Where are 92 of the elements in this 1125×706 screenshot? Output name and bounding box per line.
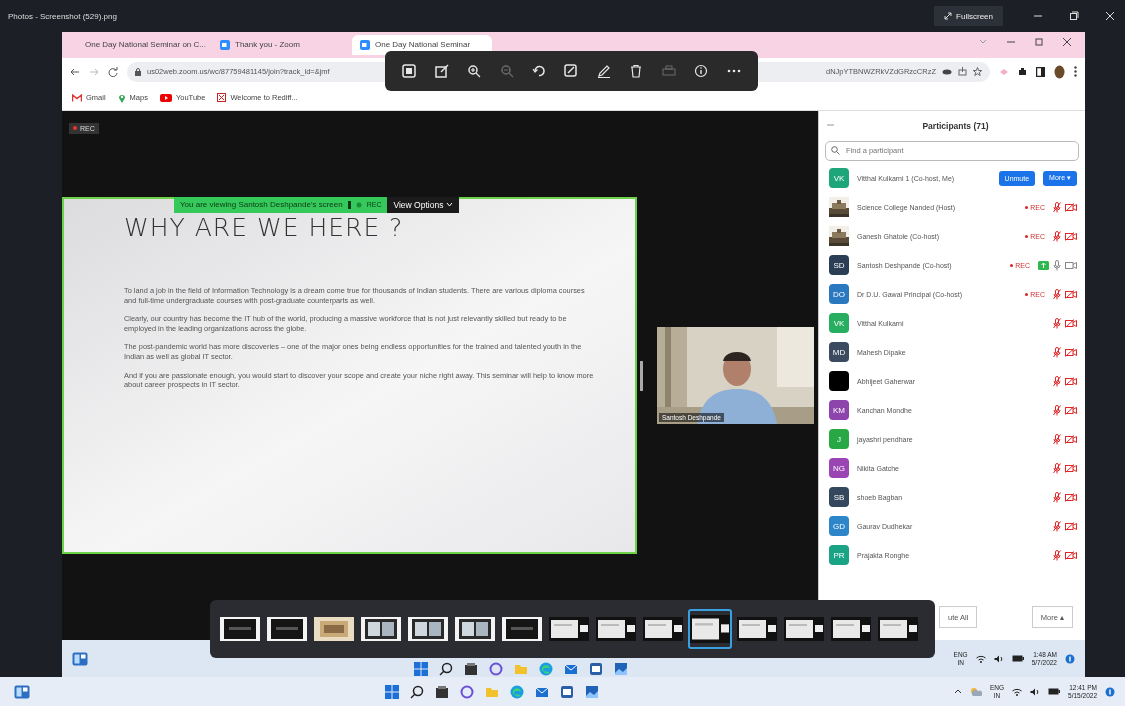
photos-icon[interactable]: [585, 684, 599, 699]
volume-icon[interactable]: [1030, 687, 1041, 696]
video-icon: [360, 39, 370, 50]
browser-tab[interactable]: Thank you - Zoom: [212, 34, 352, 55]
star-icon[interactable]: [973, 67, 982, 77]
panel-title: Participants (71): [921, 120, 990, 131]
thumbnail[interactable]: [453, 615, 497, 643]
avatar: PR: [829, 545, 849, 566]
maximize-icon[interactable]: [1035, 37, 1043, 46]
reload-icon[interactable]: [108, 66, 118, 77]
avatar: DO: [829, 284, 849, 305]
markup-icon[interactable]: [564, 64, 579, 78]
thumbnail[interactable]: [312, 615, 356, 643]
thumbnail[interactable]: [688, 609, 732, 649]
sidebar-icon[interactable]: [1036, 66, 1045, 77]
image-icon[interactable]: [402, 64, 417, 78]
avatar: SD: [829, 255, 849, 276]
thumbnail[interactable]: [265, 615, 309, 643]
search-icon[interactable]: [438, 662, 453, 676]
thumbnail[interactable]: [218, 615, 262, 643]
restore-icon[interactable]: [1069, 11, 1079, 21]
back-icon[interactable]: [70, 67, 80, 76]
avatar: VK: [829, 168, 849, 189]
thumbnail[interactable]: [876, 615, 920, 643]
puzzle-icon[interactable]: [1018, 67, 1027, 77]
window-title: Photos - Screenshot (529).png: [8, 11, 117, 21]
slide-title: WHY ARE WE HERE ?: [124, 212, 405, 242]
thumbnail[interactable]: [641, 615, 685, 643]
start-icon[interactable]: [413, 662, 428, 676]
volume-icon[interactable]: [993, 654, 1004, 663]
trash-icon[interactable]: [629, 64, 644, 78]
chevron-icon: [446, 202, 454, 208]
browser-icon[interactable]: [510, 684, 524, 699]
thumbnail[interactable]: [829, 615, 873, 643]
notification-icon[interactable]: [1065, 653, 1075, 664]
status-dot-icon: [355, 201, 362, 208]
thumbnail[interactable]: [359, 615, 403, 643]
wifi-icon[interactable]: [975, 654, 986, 663]
search-icon[interactable]: [410, 684, 424, 699]
zoom-in-icon[interactable]: [467, 64, 482, 78]
avatar: GD: [829, 516, 849, 537]
chat-icon[interactable]: [460, 684, 474, 699]
avatar: NG: [829, 458, 849, 479]
thumbnail[interactable]: [406, 615, 450, 643]
bookmark-icon: [217, 93, 227, 103]
rotate-icon[interactable]: [532, 64, 547, 78]
thumbnail[interactable]: [735, 615, 779, 643]
avatar: SB: [829, 487, 849, 508]
play-icon: [159, 93, 172, 102]
widgets-icon[interactable]: [72, 651, 88, 666]
expand-icon: [944, 12, 953, 20]
search-icon: [831, 145, 840, 155]
profile-icon[interactable]: [1054, 64, 1065, 79]
resize-handle[interactable]: [640, 360, 643, 391]
task-view-icon[interactable]: [435, 684, 449, 699]
avatar: J: [829, 429, 849, 450]
app-icon[interactable]: [588, 662, 603, 676]
browser-tab[interactable]: One Day National Seminar on C...: [72, 34, 212, 55]
view-options-button[interactable]: View Options: [387, 196, 460, 213]
task-view-icon[interactable]: [463, 662, 478, 676]
eye-icon[interactable]: [942, 68, 952, 75]
thumbnail[interactable]: [594, 615, 638, 643]
start-icon[interactable]: [385, 684, 399, 699]
avatar: MD: [829, 342, 849, 363]
video-icon: [220, 39, 230, 50]
thumbnail[interactable]: [500, 615, 544, 643]
edit-image-icon[interactable]: [434, 64, 449, 78]
thumbnail[interactable]: [782, 615, 826, 643]
notification-icon[interactable]: [1105, 686, 1115, 697]
share-icon[interactable]: [958, 67, 967, 77]
app-icon[interactable]: [560, 684, 574, 699]
avatar: KM: [829, 400, 849, 421]
menu-icon[interactable]: [1074, 66, 1077, 78]
close-icon[interactable]: [1063, 37, 1071, 46]
thumbnail[interactable]: [547, 615, 591, 643]
info-icon[interactable]: [694, 64, 709, 78]
wifi-icon[interactable]: [1012, 687, 1023, 696]
photos-icon[interactable]: [613, 662, 628, 676]
map-pin-icon: [117, 92, 126, 103]
battery-icon[interactable]: [1048, 688, 1061, 695]
fullscreen-button[interactable]: Fullscreen: [934, 6, 1003, 26]
avatar: VK: [829, 313, 849, 334]
pen-icon[interactable]: [596, 64, 611, 78]
battery-icon[interactable]: [1011, 655, 1024, 662]
pause-icon[interactable]: [347, 200, 351, 209]
widgets-icon[interactable]: [14, 684, 30, 699]
lock-icon: [135, 67, 141, 76]
chat-icon[interactable]: [488, 662, 503, 676]
mail-icon[interactable]: [563, 662, 578, 676]
browser-tab[interactable]: One Day National Seminar: [352, 34, 492, 55]
mail-icon: [72, 93, 82, 102]
chevron-icon[interactable]: [954, 689, 962, 694]
